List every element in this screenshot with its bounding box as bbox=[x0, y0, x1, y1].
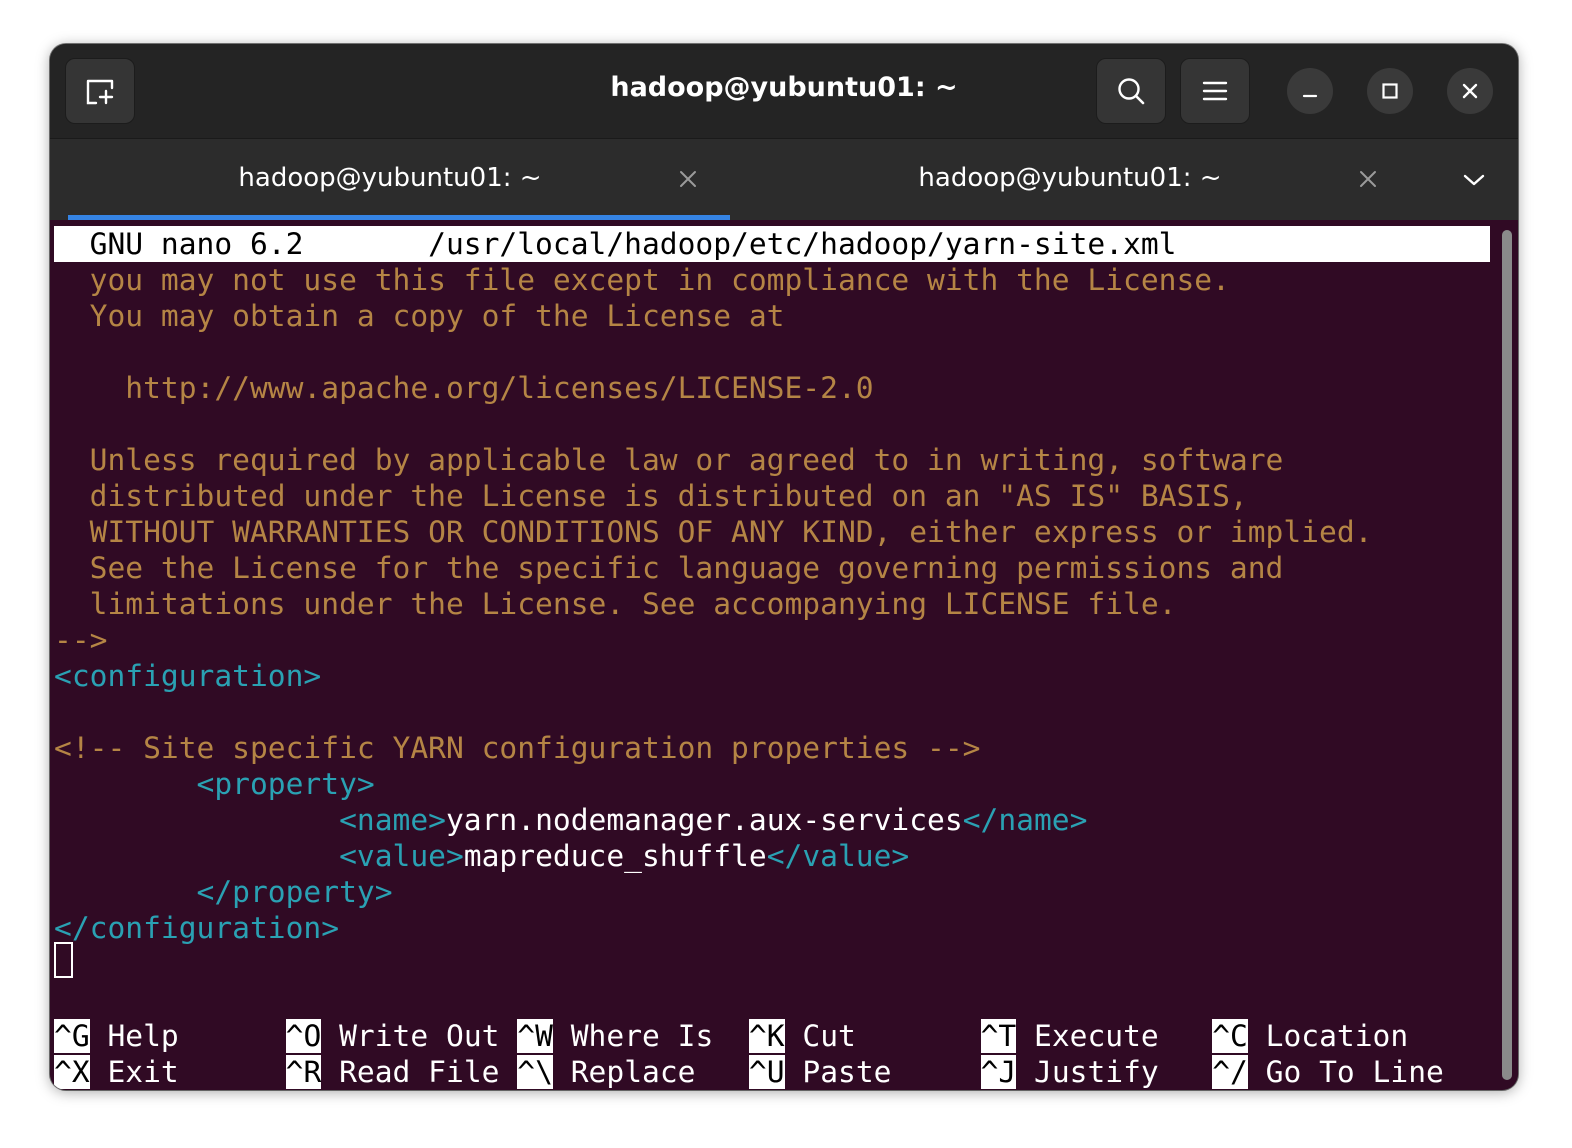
tab-label: hadoop@yubuntu01: ~ bbox=[238, 163, 542, 193]
nano-version: GNU nano 6.2 bbox=[54, 227, 304, 261]
tab-close-icon bbox=[680, 171, 696, 187]
shortcut-key[interactable]: ^T bbox=[980, 1019, 1017, 1053]
search-icon bbox=[1118, 78, 1145, 105]
comment-line: http://www.apache.org/licenses/LICENSE-2… bbox=[54, 371, 874, 405]
shortcut-key[interactable]: ^O bbox=[285, 1019, 322, 1053]
tab-bar: hadoop@yubuntu01: ~ hadoop@yubuntu01: ~ bbox=[50, 138, 1518, 221]
shortcut-label: Read File bbox=[321, 1055, 518, 1089]
shortcut-key[interactable]: ^G bbox=[54, 1019, 90, 1053]
minimize-button[interactable] bbox=[1287, 68, 1333, 114]
scrollbar-thumb[interactable] bbox=[1502, 230, 1512, 1080]
new-tab-icon bbox=[86, 79, 114, 105]
comment-line: See the License for the specific languag… bbox=[54, 551, 1284, 585]
tab-1[interactable]: hadoop@yubuntu01: ~ bbox=[50, 139, 730, 221]
shortcut-label: Where Is bbox=[552, 1019, 749, 1053]
tab-list-dropdown[interactable] bbox=[1454, 163, 1494, 197]
name-close-tag: </name> bbox=[962, 803, 1088, 837]
comment-line: limitations under the License. See accom… bbox=[54, 587, 1177, 621]
terminal-area[interactable]: GNU nano 6.2 /usr/local/hadoop/etc/hadoo… bbox=[50, 220, 1518, 1090]
tab-close-button[interactable] bbox=[1356, 167, 1380, 191]
comment-line: Unless required by applicable law or agr… bbox=[54, 443, 1284, 477]
shortcut-label: Go To Line bbox=[1247, 1055, 1444, 1089]
tab-close-icon bbox=[1360, 171, 1376, 187]
shortcut-key[interactable]: ^K bbox=[748, 1019, 785, 1053]
property-open-tag: <property> bbox=[54, 767, 375, 801]
close-icon bbox=[1462, 83, 1478, 99]
shortcut-label: Help bbox=[89, 1019, 286, 1053]
name-open-tag: <name> bbox=[339, 803, 446, 837]
tab-label: hadoop@yubuntu01: ~ bbox=[918, 163, 1222, 193]
shortcut-label: Replace bbox=[552, 1055, 749, 1089]
shortcut-label: Write Out bbox=[321, 1019, 518, 1053]
shortcut-label: Location bbox=[1247, 1019, 1409, 1053]
search-button[interactable] bbox=[1096, 58, 1166, 124]
nano-file-path: /usr/local/hadoop/etc/hadoop/yarn-site.x… bbox=[428, 227, 1177, 261]
value-open-tag: <value> bbox=[339, 839, 464, 873]
shortcut-key[interactable]: ^W bbox=[517, 1019, 553, 1053]
shortcut-row-1: ^G Help ^O Write Out ^W Where Is ^K Cut … bbox=[54, 1018, 1408, 1054]
configuration-close-tag: </configuration> bbox=[54, 911, 340, 945]
comment-line: distributed under the License is distrib… bbox=[54, 479, 1248, 513]
comment-line: You may obtain a copy of the License at bbox=[54, 299, 785, 333]
shortcut-key[interactable]: ^\ bbox=[517, 1055, 553, 1089]
configuration-open-tag: <configuration> bbox=[54, 659, 322, 693]
maximize-icon bbox=[1382, 83, 1398, 99]
terminal-window: hadoop@yubuntu01: ~ hadoop@yubuntu01: ~ … bbox=[50, 44, 1518, 1090]
tab-close-button[interactable] bbox=[676, 167, 700, 191]
comment-close: --> bbox=[54, 623, 108, 657]
text-cursor bbox=[54, 942, 73, 978]
shortcut-row-2: ^X Exit ^R Read File ^\ Replace ^U Paste… bbox=[54, 1054, 1444, 1090]
shortcut-key[interactable]: ^U bbox=[748, 1055, 785, 1089]
shortcut-key[interactable]: ^R bbox=[285, 1055, 322, 1089]
comment-line: you may not use this file except in comp… bbox=[54, 263, 1230, 297]
shortcut-label: Justify bbox=[1016, 1055, 1213, 1089]
shortcut-label: Execute bbox=[1016, 1019, 1213, 1053]
shortcut-label: Cut bbox=[784, 1019, 981, 1053]
name-value: yarn.nodemanager.aux-services bbox=[445, 803, 963, 837]
close-button[interactable] bbox=[1447, 68, 1493, 114]
shortcut-label: Exit bbox=[89, 1055, 286, 1089]
title-bar: hadoop@yubuntu01: ~ bbox=[50, 44, 1518, 138]
hamburger-menu-icon bbox=[1202, 81, 1228, 101]
new-tab-button[interactable] bbox=[65, 58, 135, 124]
shortcut-key[interactable]: ^/ bbox=[1212, 1055, 1248, 1089]
comment-line: WITHOUT WARRANTIES OR CONDITIONS OF ANY … bbox=[54, 515, 1373, 549]
property-close-tag: </property> bbox=[54, 875, 393, 909]
nano-status-bar: GNU nano 6.2 /usr/local/hadoop/etc/hadoo… bbox=[54, 226, 1490, 262]
name-line: <name>yarn.nodemanager.aux-services</nam… bbox=[54, 802, 1087, 838]
shortcut-key[interactable]: ^J bbox=[980, 1055, 1017, 1089]
tab-2[interactable]: hadoop@yubuntu01: ~ bbox=[730, 139, 1410, 221]
value-value: mapreduce_shuffle bbox=[463, 839, 767, 873]
value-line: <value>mapreduce_shuffle</value> bbox=[54, 838, 909, 874]
shortcut-label: Paste bbox=[784, 1055, 981, 1089]
menu-button[interactable] bbox=[1180, 58, 1250, 124]
maximize-button[interactable] bbox=[1367, 68, 1413, 114]
shortcut-key[interactable]: ^X bbox=[54, 1055, 90, 1089]
value-close-tag: </value> bbox=[766, 839, 910, 873]
minimize-icon bbox=[1302, 94, 1318, 98]
site-comment: <!-- Site specific YARN configuration pr… bbox=[54, 731, 981, 765]
shortcut-key[interactable]: ^C bbox=[1212, 1019, 1248, 1053]
chevron-down-icon bbox=[1463, 174, 1485, 186]
